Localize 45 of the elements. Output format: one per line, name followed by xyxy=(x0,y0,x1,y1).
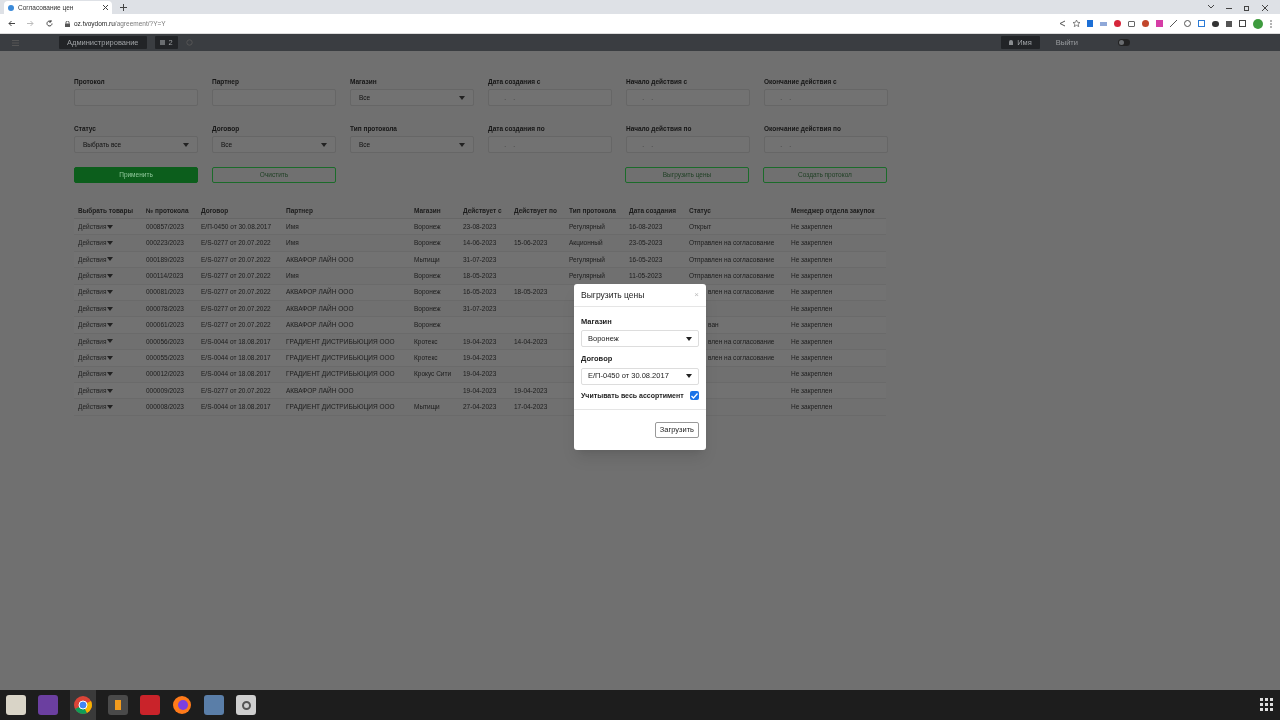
firefox-icon[interactable] xyxy=(172,695,192,715)
caret-icon xyxy=(459,95,465,100)
camera-icon[interactable] xyxy=(1128,20,1135,27)
toggle-switch[interactable] xyxy=(1118,39,1130,46)
sidebar-icon[interactable] xyxy=(1239,20,1246,27)
caret-icon xyxy=(107,339,114,344)
avatar-icon[interactable] xyxy=(1253,18,1263,29)
new-tab-icon[interactable] xyxy=(120,4,127,11)
caret-icon xyxy=(107,405,114,409)
caret-icon xyxy=(107,290,114,295)
back-icon[interactable] xyxy=(8,20,15,27)
close-icon[interactable] xyxy=(1262,5,1268,11)
close-button[interactable]: × xyxy=(694,291,699,299)
lock-icon xyxy=(65,20,70,27)
list-icon xyxy=(159,40,165,45)
share-icon[interactable] xyxy=(1059,20,1066,27)
editor-icon[interactable] xyxy=(108,695,128,715)
caret-icon xyxy=(107,257,114,262)
caret-icon xyxy=(107,306,114,311)
caret-icon xyxy=(459,142,465,147)
puzzle-icon[interactable] xyxy=(1226,20,1232,27)
caret-icon xyxy=(107,323,114,328)
star-icon[interactable] xyxy=(1073,20,1080,27)
reload-icon[interactable] xyxy=(46,20,53,27)
pen-icon[interactable] xyxy=(1170,20,1177,27)
caret-icon xyxy=(107,372,114,377)
caret-icon xyxy=(107,241,114,246)
restore-icon[interactable] xyxy=(1244,5,1250,11)
close-icon[interactable] xyxy=(103,5,108,10)
caret-icon xyxy=(321,142,327,147)
caret-icon xyxy=(107,388,114,393)
browser-icon[interactable] xyxy=(74,696,92,714)
chevron-down-icon[interactable] xyxy=(1208,5,1214,9)
caret-icon xyxy=(183,142,189,147)
caret-icon xyxy=(686,374,692,378)
caret-icon xyxy=(686,336,692,341)
caret-icon xyxy=(107,224,114,229)
caret-icon xyxy=(107,355,114,360)
apps-grid-icon[interactable] xyxy=(1260,698,1274,712)
user-icon xyxy=(1009,40,1014,45)
checkbox[interactable] xyxy=(690,391,699,401)
globe-icon xyxy=(8,4,14,11)
caret-icon xyxy=(107,273,114,278)
minimize-icon[interactable] xyxy=(1226,5,1232,9)
dialog-title: Выгрузить цены xyxy=(581,288,645,302)
